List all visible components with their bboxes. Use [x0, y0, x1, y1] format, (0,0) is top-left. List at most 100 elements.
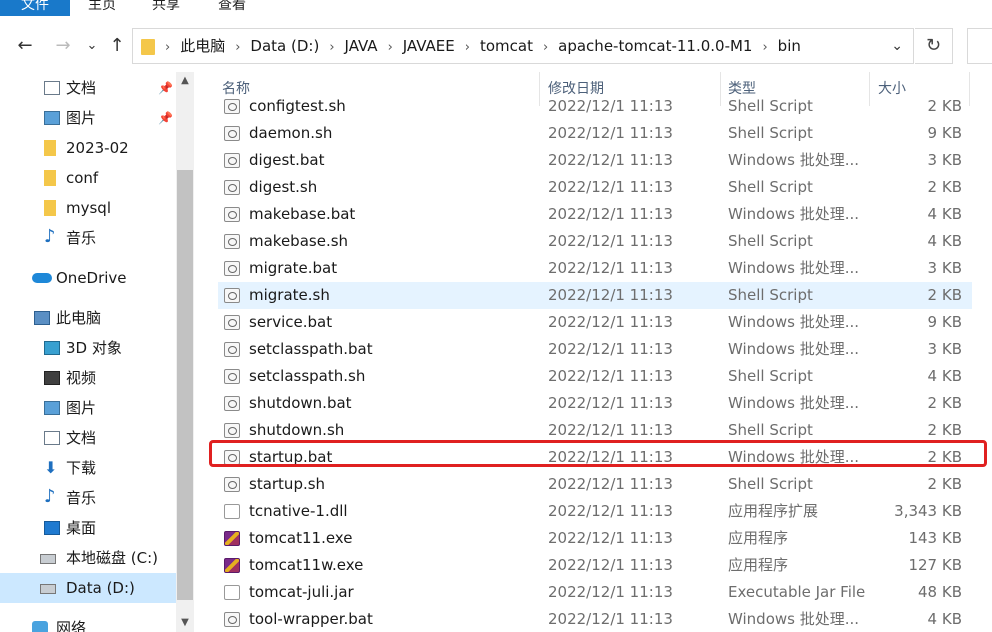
file-size: 2 KB	[927, 178, 962, 196]
sidebar-item-music-quick[interactable]: ♪ 音乐	[0, 223, 176, 253]
folder-icon	[44, 200, 56, 216]
sidebar-item-data-d[interactable]: Data (D:)	[0, 573, 176, 603]
breadcrumb-javaee[interactable]: JAVAEE	[403, 37, 455, 55]
scrollbar-thumb[interactable]	[177, 170, 193, 600]
scroll-down-icon[interactable]: ▼	[176, 614, 194, 632]
breadcrumb-separator-icon[interactable]: ›	[762, 40, 767, 55]
table-row[interactable]: tcnative-1.dll 2022/12/1 11:13 应用程序扩展 3,…	[218, 498, 972, 525]
breadcrumb-apache-tomcat[interactable]: apache-tomcat-11.0.0-M1	[558, 37, 752, 55]
sidebar-item-documents[interactable]: 文档	[0, 423, 176, 453]
address-bar[interactable]: › 此电脑 › Data (D:) › JAVA › JAVAEE › tomcat › apache…	[132, 28, 914, 64]
sidebar-item-3d-objects[interactable]: 3D 对象	[0, 333, 176, 363]
table-row[interactable]: digest.sh 2022/12/1 11:13 Shell Script 2…	[218, 174, 972, 201]
table-row[interactable]: service.bat 2022/12/1 11:13 Windows 批处理.…	[218, 309, 972, 336]
table-row[interactable]: makebase.bat 2022/12/1 11:13 Windows 批处理…	[218, 201, 972, 228]
sidebar-item-label: 文档	[66, 429, 97, 447]
breadcrumb-bin[interactable]: bin	[778, 37, 801, 55]
file-type: Shell Script	[728, 97, 813, 115]
back-arrow-icon[interactable]: ←	[12, 34, 38, 58]
table-row[interactable]: configtest.sh 2022/12/1 11:13 Shell Scri…	[218, 93, 972, 120]
table-row[interactable]: digest.bat 2022/12/1 11:13 Windows 批处理..…	[218, 147, 972, 174]
table-row[interactable]: setclasspath.sh 2022/12/1 11:13 Shell Sc…	[218, 363, 972, 390]
ribbon-tab-home[interactable]: 主页	[88, 0, 116, 16]
jar-file-icon	[224, 585, 240, 600]
forward-arrow-icon[interactable]: →	[50, 34, 76, 58]
file-name: tomcat11w.exe	[249, 556, 364, 574]
batch-file-icon	[224, 612, 240, 627]
sidebar-item-label: 图片	[66, 399, 97, 417]
ribbon-tab-view[interactable]: 查看	[218, 0, 246, 16]
sidebar-item-desktop[interactable]: 桌面	[0, 513, 176, 543]
breadcrumb-this-pc[interactable]: 此电脑	[180, 37, 225, 55]
file-size: 4 KB	[927, 205, 962, 223]
cloud-icon	[32, 273, 52, 283]
table-row[interactable]: migrate.sh 2022/12/1 11:13 Shell Script …	[218, 282, 972, 309]
breadcrumb-tomcat[interactable]: tomcat	[480, 37, 533, 55]
file-date: 2022/12/1 11:13	[548, 178, 673, 196]
ribbon-tab-share[interactable]: 共享	[152, 0, 180, 16]
file-name: startup.sh	[249, 475, 326, 493]
file-size: 2 KB	[927, 394, 962, 412]
sidebar-item-videos[interactable]: 视频	[0, 363, 176, 393]
file-type: 应用程序	[728, 556, 789, 574]
file-name: shutdown.sh	[249, 421, 345, 439]
computer-icon	[34, 311, 50, 325]
sidebar-item-pictures-quick[interactable]: 图片 📌	[0, 103, 176, 133]
3d-objects-icon	[44, 341, 60, 355]
table-row[interactable]: startup.sh 2022/12/1 11:13 Shell Script …	[218, 471, 972, 498]
search-input[interactable]	[967, 28, 992, 64]
table-row[interactable]: shutdown.bat 2022/12/1 11:13 Windows 批处理…	[218, 390, 972, 417]
sidebar-item-mysql[interactable]: mysql	[0, 193, 176, 223]
table-row[interactable]: migrate.bat 2022/12/1 11:13 Windows 批处理.…	[218, 255, 972, 282]
table-row[interactable]: daemon.sh 2022/12/1 11:13 Shell Script 9…	[218, 120, 972, 147]
pin-icon: 📌	[158, 111, 173, 125]
breadcrumb-separator-icon[interactable]: ›	[235, 40, 240, 55]
sidebar-item-label: conf	[66, 169, 99, 187]
tomcat-exe-icon	[224, 558, 240, 573]
sidebar-item-local-disk-c[interactable]: 本地磁盘 (C:)	[0, 543, 176, 573]
sidebar-item-pictures[interactable]: 图片	[0, 393, 176, 423]
sidebar-item-2023-02[interactable]: 2023-02	[0, 133, 176, 163]
sidebar-item-music[interactable]: ♪ 音乐	[0, 483, 176, 513]
sidebar-item-network[interactable]: 网络	[0, 613, 176, 632]
ribbon-tab-file[interactable]: 文件	[0, 0, 70, 16]
breadcrumb-data-drive[interactable]: Data (D:)	[250, 37, 319, 55]
table-row[interactable]: tomcat11w.exe 2022/12/1 11:13 应用程序 127 K…	[218, 552, 972, 579]
drive-icon	[40, 554, 56, 564]
table-row[interactable]: shutdown.sh 2022/12/1 11:13 Shell Script…	[218, 417, 972, 444]
table-row[interactable]: makebase.sh 2022/12/1 11:13 Shell Script…	[218, 228, 972, 255]
file-date: 2022/12/1 11:13	[548, 610, 673, 628]
table-row-startup-bat[interactable]: startup.bat 2022/12/1 11:13 Windows 批处理.…	[218, 444, 972, 471]
address-dropdown-chevron-icon[interactable]: ⌄	[891, 29, 903, 63]
shell-script-file-icon	[224, 234, 240, 249]
breadcrumb-separator-icon[interactable]: ›	[388, 40, 393, 55]
scroll-up-icon[interactable]: ▲	[176, 72, 194, 90]
table-row[interactable]: tomcat-juli.jar 2022/12/1 11:13 Executab…	[218, 579, 972, 606]
up-arrow-icon[interactable]: ↑	[106, 34, 128, 58]
file-date: 2022/12/1 11:13	[548, 259, 673, 277]
sidebar-scrollbar[interactable]: ▲ ▼	[176, 72, 194, 632]
breadcrumb: › 此电脑 › Data (D:) › JAVA › JAVAEE › tomcat › apache…	[155, 29, 801, 63]
recent-locations-chevron-icon[interactable]: ⌄	[84, 34, 100, 58]
file-size: 3 KB	[927, 151, 962, 169]
file-size: 2 KB	[927, 97, 962, 115]
table-row[interactable]: tomcat11.exe 2022/12/1 11:13 应用程序 143 KB	[218, 525, 972, 552]
sidebar-item-label: Data (D:)	[66, 579, 135, 597]
sidebar-item-this-pc[interactable]: 此电脑	[0, 303, 176, 333]
batch-file-icon	[224, 315, 240, 330]
table-row[interactable]: setclasspath.bat 2022/12/1 11:13 Windows…	[218, 336, 972, 363]
folder-icon	[44, 140, 56, 156]
navigation-bar: ← → ⌄ ↑ › 此电脑 › Data (D:) › JAVA › JAVAEE › tomca…	[0, 24, 992, 68]
breadcrumb-java[interactable]: JAVA	[345, 37, 378, 55]
sidebar-item-conf[interactable]: conf	[0, 163, 176, 193]
breadcrumb-separator-icon[interactable]: ›	[543, 40, 548, 55]
tomcat-exe-icon	[224, 531, 240, 546]
breadcrumb-separator-icon[interactable]: ›	[465, 40, 470, 55]
dll-file-icon	[224, 504, 240, 519]
sidebar-item-onedrive[interactable]: OneDrive	[0, 263, 176, 293]
sidebar-item-documents-quick[interactable]: 文档 📌	[0, 73, 176, 103]
sidebar-item-downloads[interactable]: ⬇ 下载	[0, 453, 176, 483]
table-row[interactable]: tool-wrapper.bat 2022/12/1 11:13 Windows…	[218, 606, 972, 632]
refresh-icon[interactable]: ↻	[915, 28, 953, 64]
breadcrumb-separator-icon[interactable]: ›	[329, 40, 334, 55]
